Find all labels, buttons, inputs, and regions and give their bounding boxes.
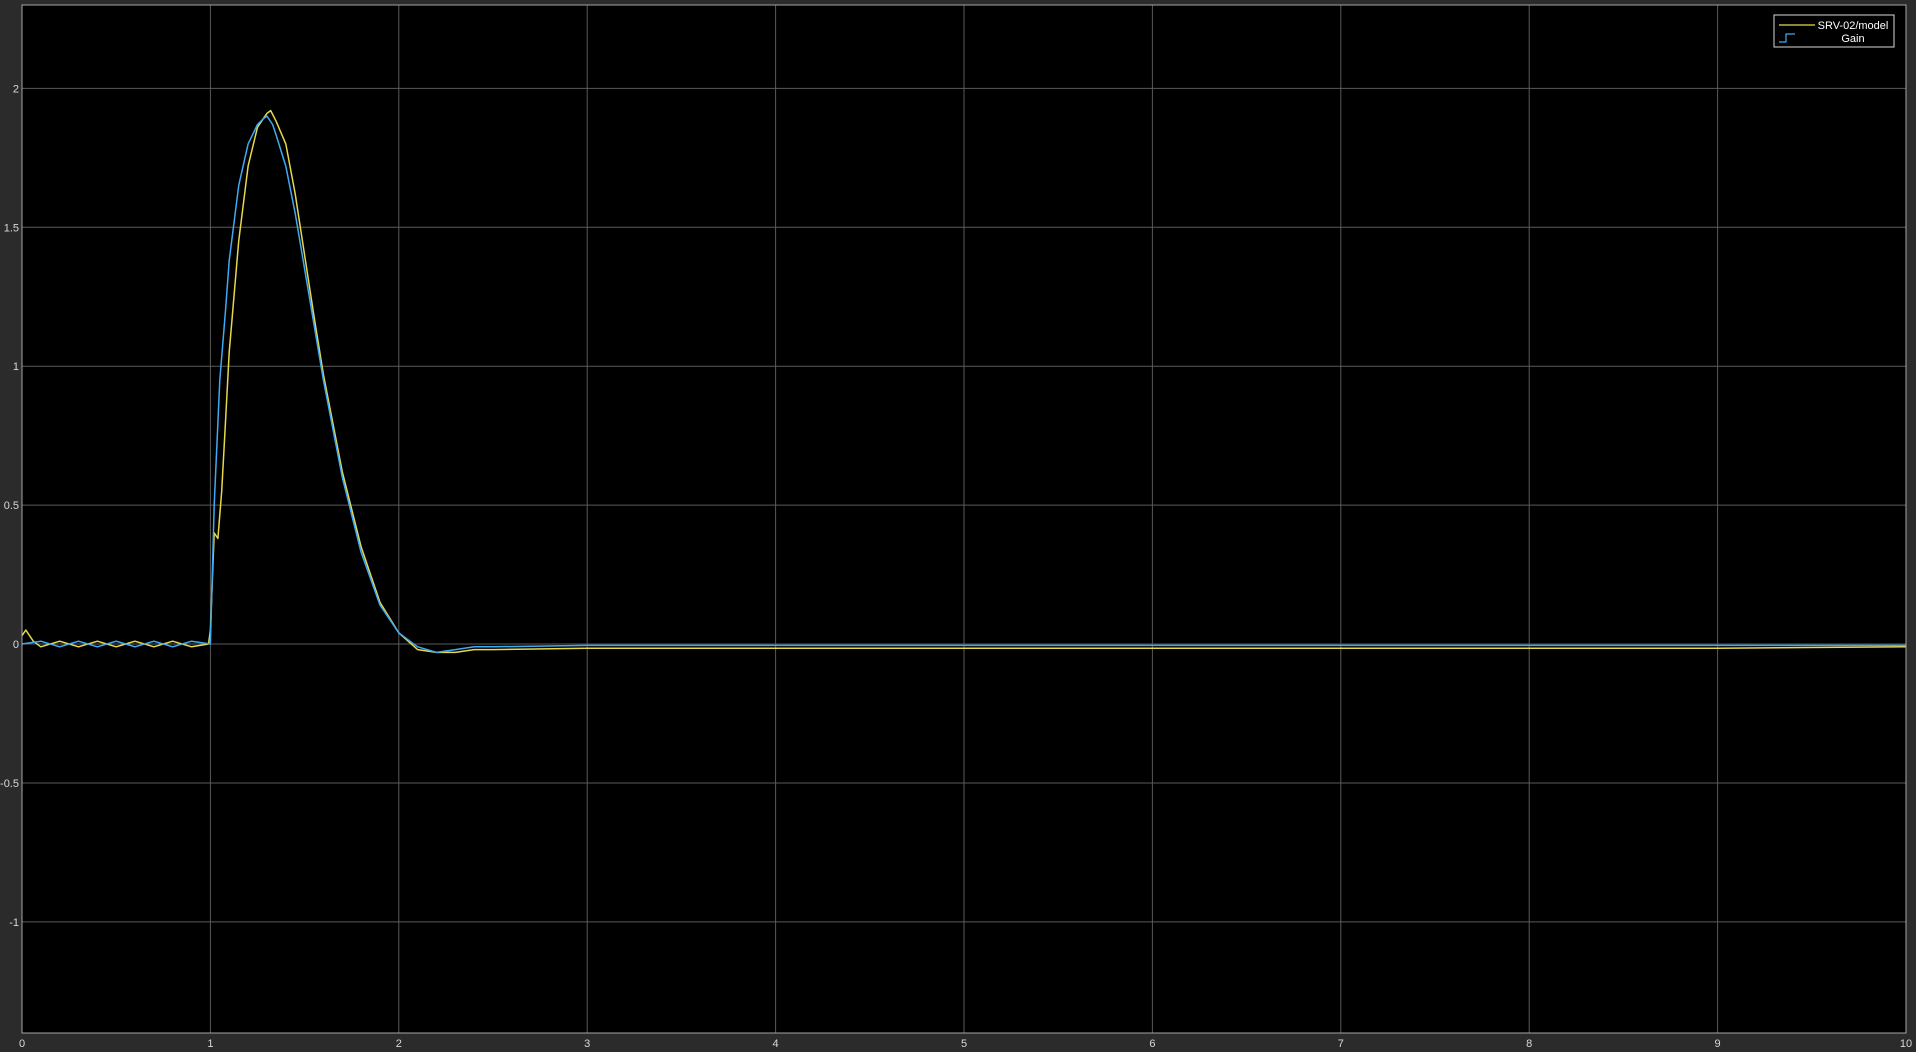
x-tick-label: 2 — [396, 1038, 402, 1050]
x-tick-label: 0 — [19, 1038, 25, 1050]
y-tick-label: 0.5 — [4, 500, 19, 512]
legend-label: Gain — [1841, 33, 1864, 45]
x-tick-label: 3 — [584, 1038, 590, 1050]
x-tick-label: 5 — [961, 1038, 967, 1050]
x-tick-labels: 0 1 2 3 4 5 6 7 8 9 10 — [19, 1038, 1912, 1050]
y-tick-labels: -1 -0.5 0 0.5 1 1.5 2 — [0, 83, 19, 929]
y-tick-label: 2 — [13, 83, 19, 95]
y-tick-label: 1.5 — [4, 222, 19, 234]
y-tick-label: 0 — [13, 639, 19, 651]
y-tick-label: -0.5 — [0, 778, 19, 790]
x-tick-label: 10 — [1900, 1038, 1912, 1050]
x-tick-label: 8 — [1526, 1038, 1532, 1050]
legend[interactable]: SRV-02/modelGain — [1773, 14, 1895, 48]
x-tick-label: 1 — [207, 1038, 213, 1050]
x-tick-label: 9 — [1715, 1038, 1721, 1050]
legend-label: SRV-02/model — [1818, 20, 1889, 32]
x-tick-label: 4 — [773, 1038, 779, 1050]
y-tick-label: 1 — [13, 361, 19, 373]
x-tick-label: 7 — [1338, 1038, 1344, 1050]
y-tick-label: -1 — [9, 917, 19, 929]
x-tick-label: 6 — [1149, 1038, 1155, 1050]
scope-window: 0 1 2 3 4 5 6 7 8 9 10 -1 -0.5 0 0.5 1 1.5 2 SRV-02/mode… — [0, 0, 1916, 1052]
scope-plot: 0 1 2 3 4 5 6 7 8 9 10 -1 -0.5 0 0.5 1 1.5 2 SRV-02/mode… — [0, 4, 1912, 1050]
